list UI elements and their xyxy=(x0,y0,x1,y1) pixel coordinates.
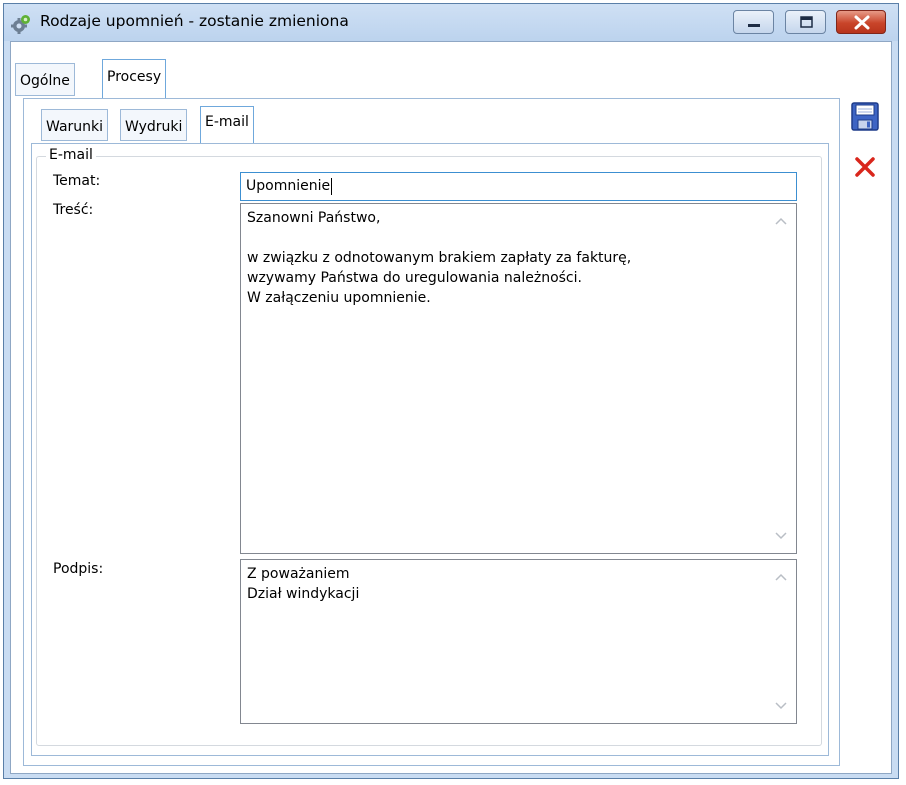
scroll-down-icon[interactable] xyxy=(774,701,788,711)
body-text: Szanowni Państwo, w związku z odnotowany… xyxy=(247,210,632,306)
maximize-button[interactable] xyxy=(785,10,826,34)
minimize-icon xyxy=(748,24,760,27)
tab-page-email: E-mail Temat: Upomnienie Treść: Szanowni… xyxy=(31,143,829,756)
cancel-button[interactable] xyxy=(850,151,880,183)
signature-label: Podpis: xyxy=(53,561,104,577)
scroll-up-icon[interactable] xyxy=(774,572,788,582)
subject-input[interactable]: Upomnienie xyxy=(240,172,797,201)
window-title: Rodzaje upomnień - zostanie zmieniona xyxy=(40,12,349,30)
title-bar[interactable]: Rodzaje upomnień - zostanie zmieniona xyxy=(4,4,898,41)
client-area: Ogólne Procesy Warunki Wydruki E-mail E-… xyxy=(10,41,892,774)
save-button[interactable] xyxy=(850,101,880,133)
tab-ogolne[interactable]: Ogólne xyxy=(15,63,75,96)
cancel-icon xyxy=(855,157,875,177)
body-label: Treść: xyxy=(53,202,94,218)
subject-label: Temat: xyxy=(53,173,101,189)
signature-text: Z poważaniem Dział windykacji xyxy=(247,566,360,602)
tab-procesy[interactable]: Procesy xyxy=(102,59,167,99)
close-icon xyxy=(854,15,870,30)
window: Rodzaje upomnień - zostanie zmieniona Og… xyxy=(3,3,899,779)
maximize-icon xyxy=(800,16,813,28)
save-icon xyxy=(851,102,879,131)
gear-icon xyxy=(11,14,31,34)
scroll-down-icon[interactable] xyxy=(774,531,788,541)
subject-value: Upomnienie xyxy=(246,178,331,194)
signature-textarea[interactable]: Z poważaniem Dział windykacji xyxy=(240,559,797,724)
tab-wydruki[interactable]: Wydruki xyxy=(120,109,188,141)
text-caret xyxy=(331,177,333,195)
body-textarea[interactable]: Szanowni Państwo, w związku z odnotowany… xyxy=(240,203,797,554)
tab-warunki[interactable]: Warunki xyxy=(41,109,109,141)
tab-page-procesy: Warunki Wydruki E-mail E-mail Temat: Upo… xyxy=(23,98,840,766)
tab-email[interactable]: E-mail xyxy=(200,106,254,144)
minimize-button[interactable] xyxy=(733,10,774,34)
scroll-up-icon[interactable] xyxy=(774,216,788,226)
email-groupbox: E-mail Temat: Upomnienie Treść: Szanowni… xyxy=(36,147,822,746)
close-button[interactable] xyxy=(836,10,886,34)
group-title: E-mail xyxy=(46,147,96,163)
